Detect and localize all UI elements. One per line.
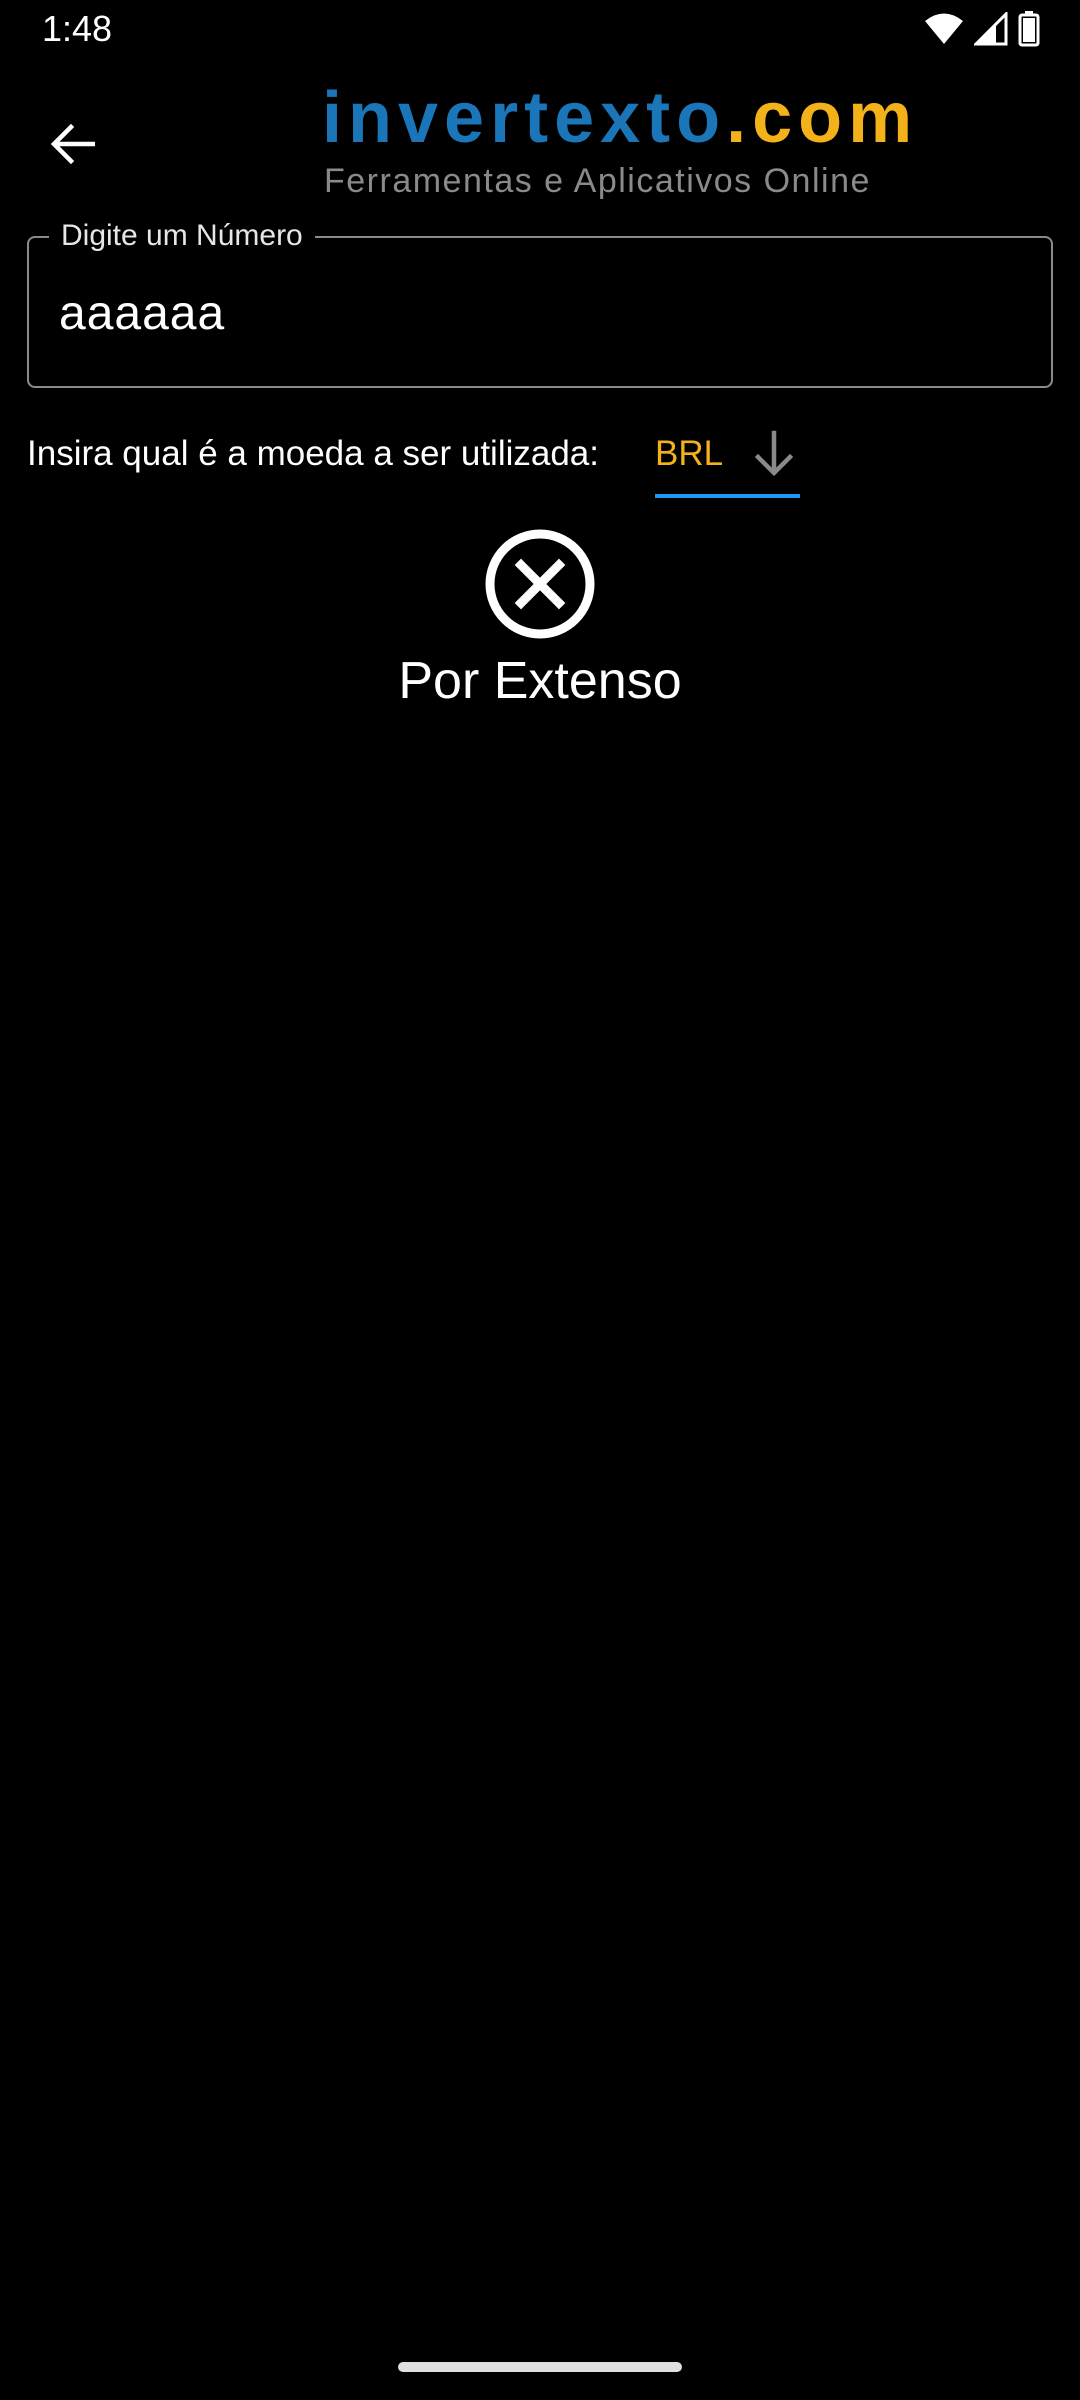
- wifi-icon: [924, 12, 964, 51]
- number-field-label: Digite um Número: [49, 218, 315, 254]
- currency-row: Insira qual é a moeda a ser utilizada: B…: [27, 424, 1053, 504]
- logo: invertexto.com Ferramentas e Aplicativos…: [322, 78, 912, 200]
- number-input[interactable]: [59, 278, 1019, 348]
- arrow-down-icon: [752, 430, 796, 483]
- battery-icon: [1018, 10, 1040, 52]
- arrow-left-icon: [49, 123, 96, 169]
- signal-icon: [972, 9, 1008, 51]
- currency-prompt: Insira qual é a moeda a ser utilizada:: [27, 434, 599, 473]
- app-bar: invertexto.com Ferramentas e Aplicativos…: [0, 62, 1080, 212]
- status-icons: [924, 9, 1040, 52]
- status-bar: 1:48: [0, 0, 1080, 62]
- back-button[interactable]: [30, 104, 114, 188]
- logo-tagline: Ferramentas e Aplicativos Online: [324, 162, 871, 200]
- close-circle-icon[interactable]: [484, 528, 596, 640]
- result-title: Por Extenso: [398, 652, 682, 710]
- logo-brand-domain: .com: [726, 78, 919, 158]
- result-area: Por Extenso: [0, 528, 1080, 711]
- logo-brand: invertexto.com: [322, 78, 918, 158]
- currency-dropdown[interactable]: BRL: [655, 424, 800, 498]
- status-time: 1:48: [42, 8, 113, 49]
- logo-brand-name: invertexto: [322, 78, 727, 158]
- number-field: Digite um Número: [27, 218, 1053, 388]
- currency-selected-value: BRL: [655, 434, 724, 473]
- home-indicator[interactable]: [398, 2362, 682, 2372]
